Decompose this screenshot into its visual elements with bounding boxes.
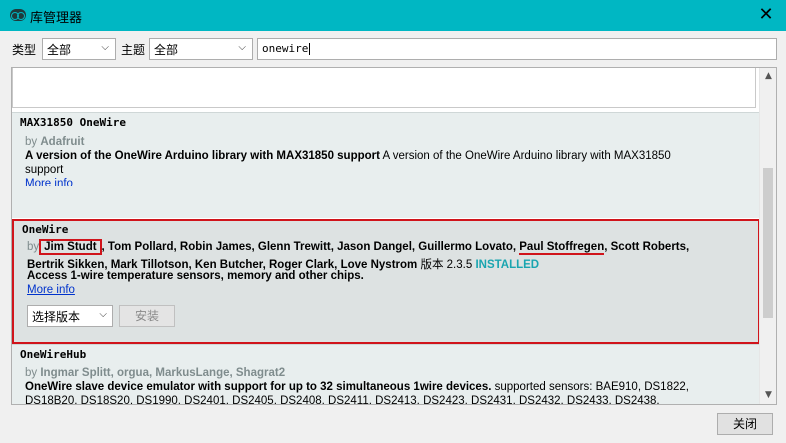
arduino-logo-icon <box>10 9 26 21</box>
topic-select[interactable]: 全部 ⌵ <box>149 38 253 60</box>
chevron-down-icon: ⌵ <box>99 309 107 320</box>
library-item-onewirehub[interactable]: OneWireHub by Ingmar Splitt, orgua, Mark… <box>12 344 760 405</box>
library-name: OneWireHub <box>20 348 87 361</box>
highlighted-author: Jim Studt <box>39 239 102 255</box>
type-label: 类型 <box>12 43 37 57</box>
topic-select-value: 全部 <box>154 43 179 57</box>
filter-toolbar: 类型 全部 ⌵ 主题 全部 ⌵ onewire <box>0 31 786 65</box>
title-bar: 库管理器 ✕ <box>0 0 786 31</box>
library-item-onewire[interactable]: OneWire by Jim Studt, Tom Pollard, Robin … <box>12 219 760 344</box>
library-author-line: by Jim Studt, Tom Pollard, Robin James, G… <box>27 239 690 255</box>
list-item <box>12 68 760 111</box>
library-summary-cont: DS18B20, DS18S20, DS1990, DS2401, DS2405… <box>25 395 660 405</box>
scroll-down-icon[interactable]: ▼ <box>760 387 776 404</box>
library-summary: OneWire slave device emulator with suppo… <box>25 381 689 393</box>
more-info-link[interactable]: More info <box>25 178 73 186</box>
text-cursor <box>309 43 311 55</box>
library-list[interactable]: MAX31850 OneWire by Adafruit A version o… <box>11 67 777 405</box>
library-author-line: by Ingmar Splitt, orgua, MarkusLange, Sh… <box>25 367 286 379</box>
search-input[interactable]: onewire <box>257 38 777 60</box>
library-description: Access 1-wire temperature sensors, memor… <box>27 270 364 282</box>
library-author: Adafruit <box>40 136 85 148</box>
scroll-up-icon[interactable]: ▲ <box>760 68 776 85</box>
topic-label: 主题 <box>121 43 146 57</box>
underlined-author: Paul Stoffregen <box>519 241 605 255</box>
version-select[interactable]: 选择版本 ⌵ <box>27 305 113 327</box>
install-button[interactable]: 安装 <box>119 305 175 327</box>
library-name: MAX31850 OneWire <box>20 116 126 129</box>
vertical-scrollbar[interactable]: ▲ ▼ <box>759 68 776 404</box>
type-select-value: 全部 <box>47 43 72 57</box>
window-title: 库管理器 <box>30 11 83 26</box>
library-item-max31850[interactable]: MAX31850 OneWire by Adafruit A version o… <box>12 112 760 218</box>
type-select[interactable]: 全部 ⌵ <box>42 38 116 60</box>
window-close-button[interactable]: ✕ <box>754 3 778 27</box>
previous-item-description <box>12 68 756 108</box>
library-name: OneWire <box>22 223 69 236</box>
search-input-value: onewire <box>262 42 309 55</box>
more-info-link[interactable]: More info <box>27 284 75 296</box>
chevron-down-icon: ⌵ <box>101 42 109 53</box>
installed-badge: INSTALLED <box>475 259 540 271</box>
library-summary: A version of the OneWire Arduino library… <box>25 150 671 162</box>
library-author-line: by Adafruit <box>25 136 85 148</box>
library-summary-cont: support <box>25 164 64 176</box>
scrollbar-thumb[interactable] <box>763 168 773 318</box>
close-button[interactable]: 关闭 <box>717 413 773 435</box>
chevron-down-icon: ⌵ <box>238 42 246 53</box>
library-author: Ingmar Splitt, orgua, MarkusLange, Shagr… <box>40 367 286 379</box>
